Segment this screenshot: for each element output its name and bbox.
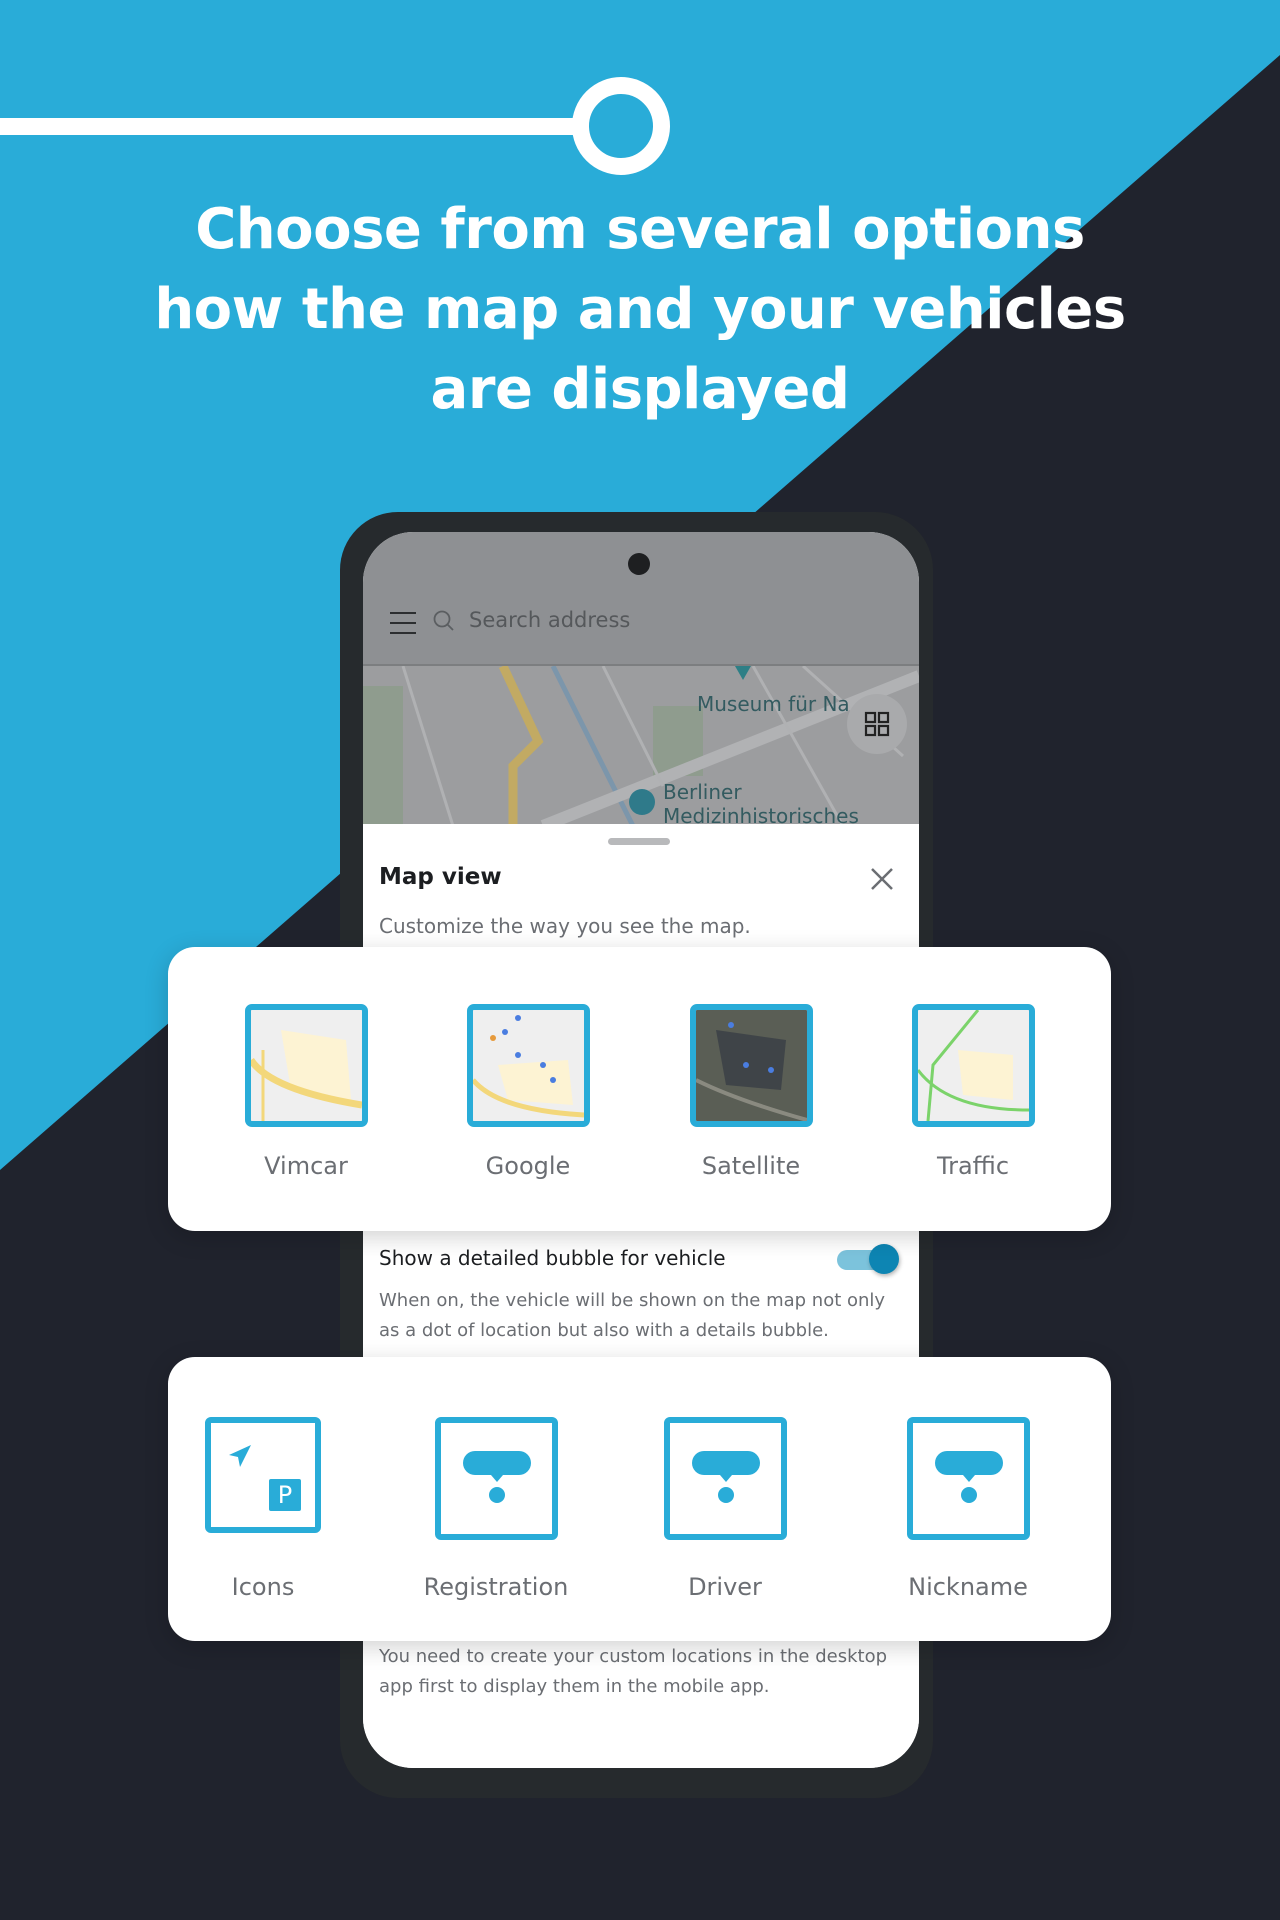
headline: Choose from several options how the map … <box>0 190 1280 430</box>
top-bar: Search address <box>363 532 919 666</box>
map-style-traffic[interactable]: Traffic <box>873 947 1073 1231</box>
vehicle-display-label: Nickname <box>908 1573 1028 1601</box>
bubble-icon <box>664 1417 787 1540</box>
map-roads <box>363 666 919 826</box>
search-icon <box>433 610 454 631</box>
camera <box>628 553 650 575</box>
bubble-toggle-description: When on, the vehicle will be shown on th… <box>379 1290 886 1341</box>
map-layers-button[interactable] <box>847 694 907 754</box>
bubble-icon <box>907 1417 1030 1540</box>
google-map-thumbnail <box>467 1004 590 1127</box>
map[interactable]: Museum für Na Berliner Medizinhistorisch… <box>363 666 919 828</box>
vimcar-map-thumbnail <box>245 1004 368 1127</box>
close-icon[interactable] <box>869 866 895 892</box>
icons-icon: P <box>205 1417 321 1533</box>
navigation-arrow-icon <box>229 1445 251 1467</box>
map-style-label: Traffic <box>936 1152 1010 1180</box>
parking-icon: P <box>269 1479 301 1511</box>
hamburger-icon[interactable] <box>390 612 416 634</box>
headline-line: how the map and your vehicles <box>154 277 1126 342</box>
map-style-label: Satellite <box>701 1152 801 1180</box>
map-style-satellite[interactable]: Satellite <box>651 947 851 1231</box>
vehicle-display-registration[interactable]: Registration <box>396 1357 596 1641</box>
bubble-toggle[interactable] <box>837 1244 899 1274</box>
map-label: Berliner <box>663 780 742 804</box>
map-style-card: Vimcar Google Satellite Traffic <box>168 947 1111 1231</box>
progress-circle <box>572 77 670 175</box>
grid-icon <box>864 711 890 737</box>
headline-line: Choose from several options <box>195 197 1085 262</box>
map-style-vimcar[interactable]: Vimcar <box>206 947 406 1231</box>
vehicle-display-nickname[interactable]: Nickname <box>868 1357 1068 1641</box>
sheet-title: Map view <box>379 864 502 890</box>
vehicle-display-card: P Icons Registration Driver Nickname <box>168 1357 1111 1641</box>
map-label: Museum für Na <box>697 692 850 716</box>
vehicle-display-label: Registration <box>423 1573 569 1601</box>
bubble-toggle-label: Show a detailed bubble for vehicle <box>379 1246 726 1270</box>
map-style-google[interactable]: Google <box>428 947 628 1231</box>
vehicle-display-label: Icons <box>231 1573 295 1601</box>
headline-line: are displayed <box>430 357 850 422</box>
progress-line <box>0 118 575 135</box>
satellite-map-thumbnail <box>690 1004 813 1127</box>
vehicle-display-icons[interactable]: P Icons <box>163 1357 363 1641</box>
custom-locations-note: You need to create your custom locations… <box>379 1646 888 1697</box>
map-style-label: Vimcar <box>264 1152 348 1180</box>
map-style-label: Google <box>485 1152 571 1180</box>
traffic-map-thumbnail <box>912 1004 1035 1127</box>
sheet-subtitle: Customize the way you see the map. <box>379 914 751 938</box>
drag-handle[interactable] <box>608 838 670 845</box>
vehicle-display-label: Driver <box>688 1573 762 1601</box>
bubble-icon <box>435 1417 558 1540</box>
search-input[interactable]: Search address <box>469 608 630 632</box>
vehicle-display-driver[interactable]: Driver <box>625 1357 825 1641</box>
